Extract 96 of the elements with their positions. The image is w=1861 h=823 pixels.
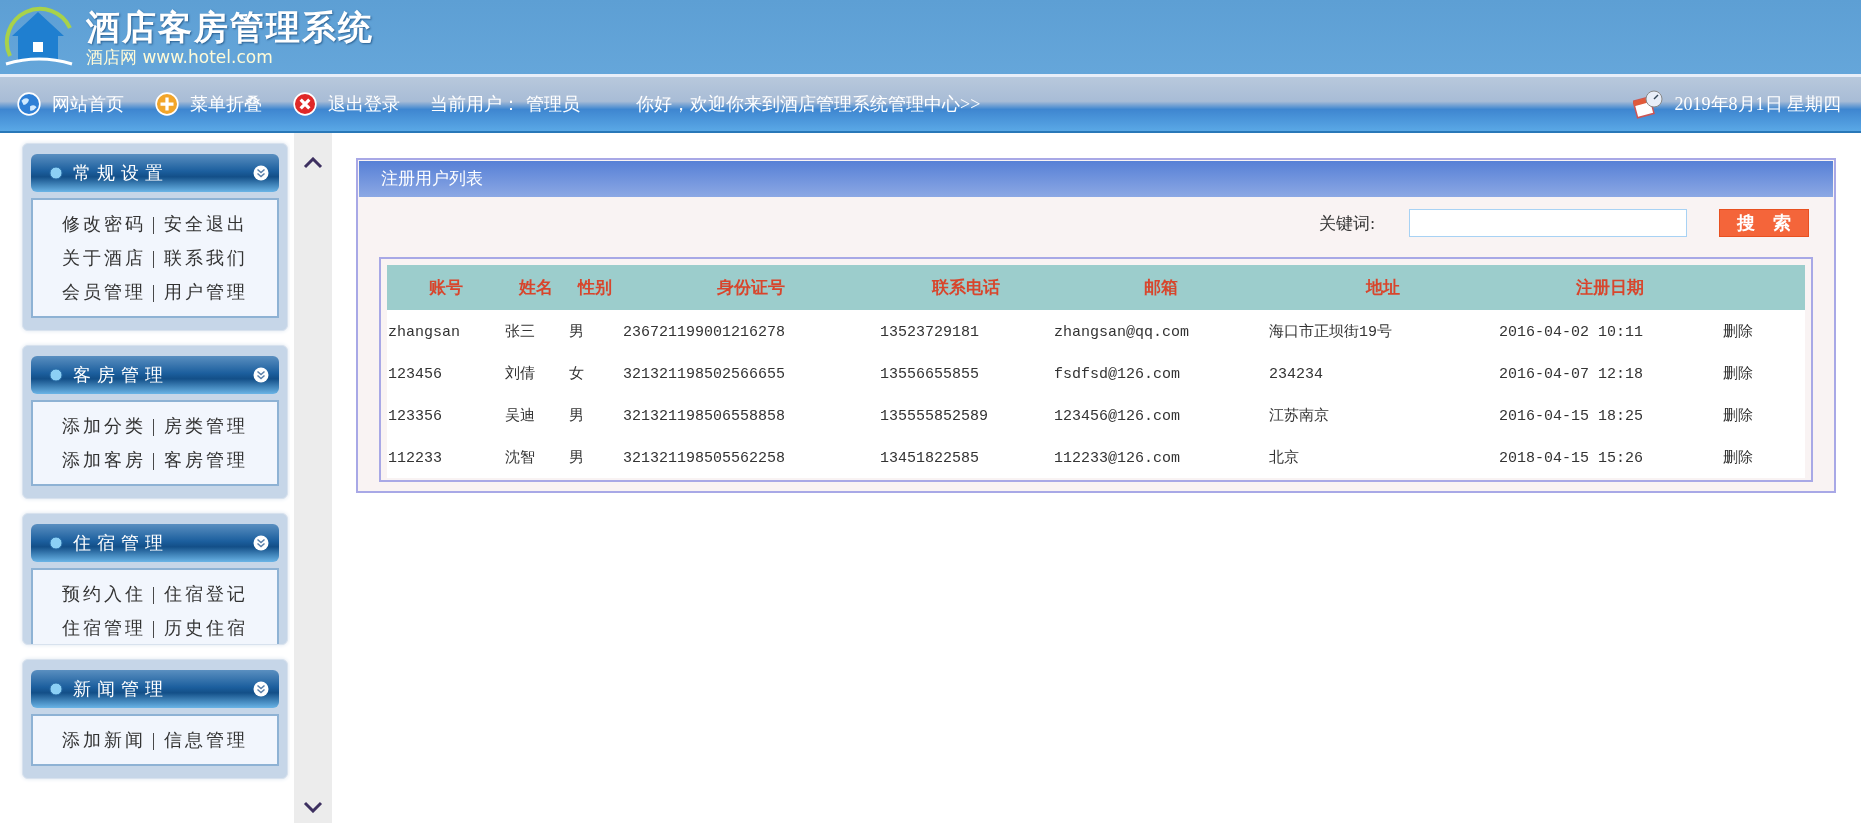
- delete-link[interactable]: 删除: [1723, 323, 1753, 341]
- system-title: 酒店客房管理系统: [86, 7, 374, 47]
- site-subtitle: 酒店网 www.hotel.com: [86, 47, 274, 67]
- table-cell: zhangsan: [388, 323, 460, 341]
- delete-link[interactable]: 删除: [1723, 449, 1753, 467]
- scroll-down-icon[interactable]: [303, 801, 323, 813]
- delete-link[interactable]: 删除: [1723, 365, 1753, 383]
- table-cell: 13556655855: [880, 365, 980, 383]
- table-cell: 张三: [505, 323, 535, 341]
- separator: |: [151, 213, 159, 236]
- table-cell: 112233: [388, 449, 442, 467]
- column-header: 姓名: [519, 278, 553, 297]
- menu-link[interactable]: 预约入住: [61, 580, 146, 608]
- table-cell: 234234: [1269, 365, 1323, 383]
- menu-link[interactable]: 会员管理: [61, 278, 146, 306]
- menu-link[interactable]: 添加新闻: [61, 726, 146, 754]
- table-cell: 321321198505562258: [623, 449, 786, 467]
- user-name: 管理员: [526, 93, 580, 116]
- bullet-icon: [49, 682, 63, 696]
- separator: |: [151, 583, 159, 606]
- table-cell: 123456@126.com: [1054, 407, 1181, 425]
- date-text: 2019年8月1日 星期四: [1674, 93, 1841, 116]
- menu-link[interactable]: 信息管理: [164, 726, 249, 754]
- menu-link[interactable]: 联系我们: [164, 244, 249, 272]
- column-header: 性别: [578, 278, 612, 297]
- globe-icon: [16, 91, 42, 117]
- separator: |: [151, 415, 159, 438]
- plus-icon: [154, 91, 180, 117]
- table-cell: 刘倩: [505, 365, 535, 383]
- menu-link[interactable]: 添加分类: [61, 412, 146, 440]
- table-cell: 2016-04-02 10:11: [1499, 323, 1644, 341]
- table-cell: 123356: [388, 407, 442, 425]
- collapse-icon[interactable]: [253, 367, 269, 383]
- separator: |: [151, 281, 159, 304]
- collapse-icon[interactable]: [253, 165, 269, 181]
- menu-header[interactable]: 住宿管理: [31, 524, 279, 562]
- menu-header[interactable]: 常规设置: [31, 154, 279, 192]
- menu-link[interactable]: 添加客房: [61, 446, 146, 474]
- separator: |: [151, 617, 159, 640]
- table-cell: 沈智: [505, 449, 535, 467]
- table-cell: 女: [569, 365, 584, 383]
- menu-link[interactable]: 修改密码: [61, 210, 146, 238]
- bullet-icon: [49, 368, 63, 382]
- table-cell: 236721199001216278: [623, 323, 786, 341]
- table-cell: 吴迪: [505, 407, 535, 425]
- bullet-icon: [49, 536, 63, 550]
- column-header: 注册日期: [1576, 278, 1644, 297]
- table-cell: 海口市正坝街19号: [1269, 323, 1392, 341]
- table-cell: zhangsan@qq.com: [1054, 323, 1190, 341]
- table-cell: 321321198502566655: [623, 365, 786, 383]
- menu-link[interactable]: 房类管理: [164, 412, 249, 440]
- menu-link[interactable]: 安全退出: [164, 210, 249, 238]
- menu-link[interactable]: 住宿管理: [61, 614, 146, 642]
- table-cell: 2016-04-15 18:25: [1499, 407, 1644, 425]
- menu-link[interactable]: 客房管理: [164, 446, 249, 474]
- menu-link[interactable]: 用户管理: [164, 278, 249, 306]
- table-cell: 135555852589: [880, 407, 989, 425]
- bullet-icon: [49, 166, 63, 180]
- menu-link[interactable]: 历史住宿: [164, 614, 249, 642]
- separator: |: [151, 449, 159, 472]
- table-cell: 13523729181: [880, 323, 980, 341]
- separator: |: [151, 247, 159, 270]
- calendar-clock-icon: [1632, 89, 1663, 119]
- table-cell: 北京: [1269, 449, 1299, 467]
- scroll-up-icon[interactable]: [303, 157, 323, 169]
- menu-header[interactable]: 新闻管理: [31, 670, 279, 708]
- user-label: 当前用户：: [430, 93, 520, 116]
- table-cell: 123456: [388, 365, 442, 383]
- table-cell: 男: [569, 449, 584, 467]
- table-cell: 2016-04-07 12:18: [1499, 365, 1644, 383]
- panel-title: 注册用户列表: [359, 161, 1833, 197]
- collapse-icon[interactable]: [253, 535, 269, 551]
- collapse-icon[interactable]: [253, 681, 269, 697]
- close-icon: [292, 91, 318, 117]
- table-cell: 112233@126.com: [1054, 449, 1181, 467]
- table-cell: 321321198506558858: [623, 407, 786, 425]
- keyword-label: 关键词:: [1319, 212, 1375, 235]
- table-cell: 2018-04-15 15:26: [1499, 449, 1644, 467]
- house-logo-icon: [4, 6, 74, 68]
- table-cell: 13451822585: [880, 449, 980, 467]
- column-header: 邮箱: [1143, 278, 1178, 297]
- table-cell: 男: [569, 407, 584, 425]
- table-cell: fsdfsd@126.com: [1054, 365, 1181, 383]
- separator: |: [151, 729, 159, 752]
- column-header: 地址: [1366, 278, 1400, 297]
- keyword-field[interactable]: [1409, 209, 1687, 237]
- column-header: 账号: [428, 278, 463, 297]
- menu-link[interactable]: 住宿登记: [164, 580, 249, 608]
- delete-link[interactable]: 删除: [1723, 407, 1753, 425]
- column-header: 联系电话: [932, 278, 1000, 297]
- column-header: 身份证号: [716, 278, 785, 297]
- menu-link[interactable]: 关于酒店: [61, 244, 146, 272]
- table-cell: 男: [569, 323, 584, 341]
- welcome-text: 你好，欢迎你来到酒店管理系统管理中心>>: [636, 93, 981, 116]
- table-cell: 江苏南京: [1269, 407, 1329, 425]
- menu-header[interactable]: 客房管理: [31, 356, 279, 394]
